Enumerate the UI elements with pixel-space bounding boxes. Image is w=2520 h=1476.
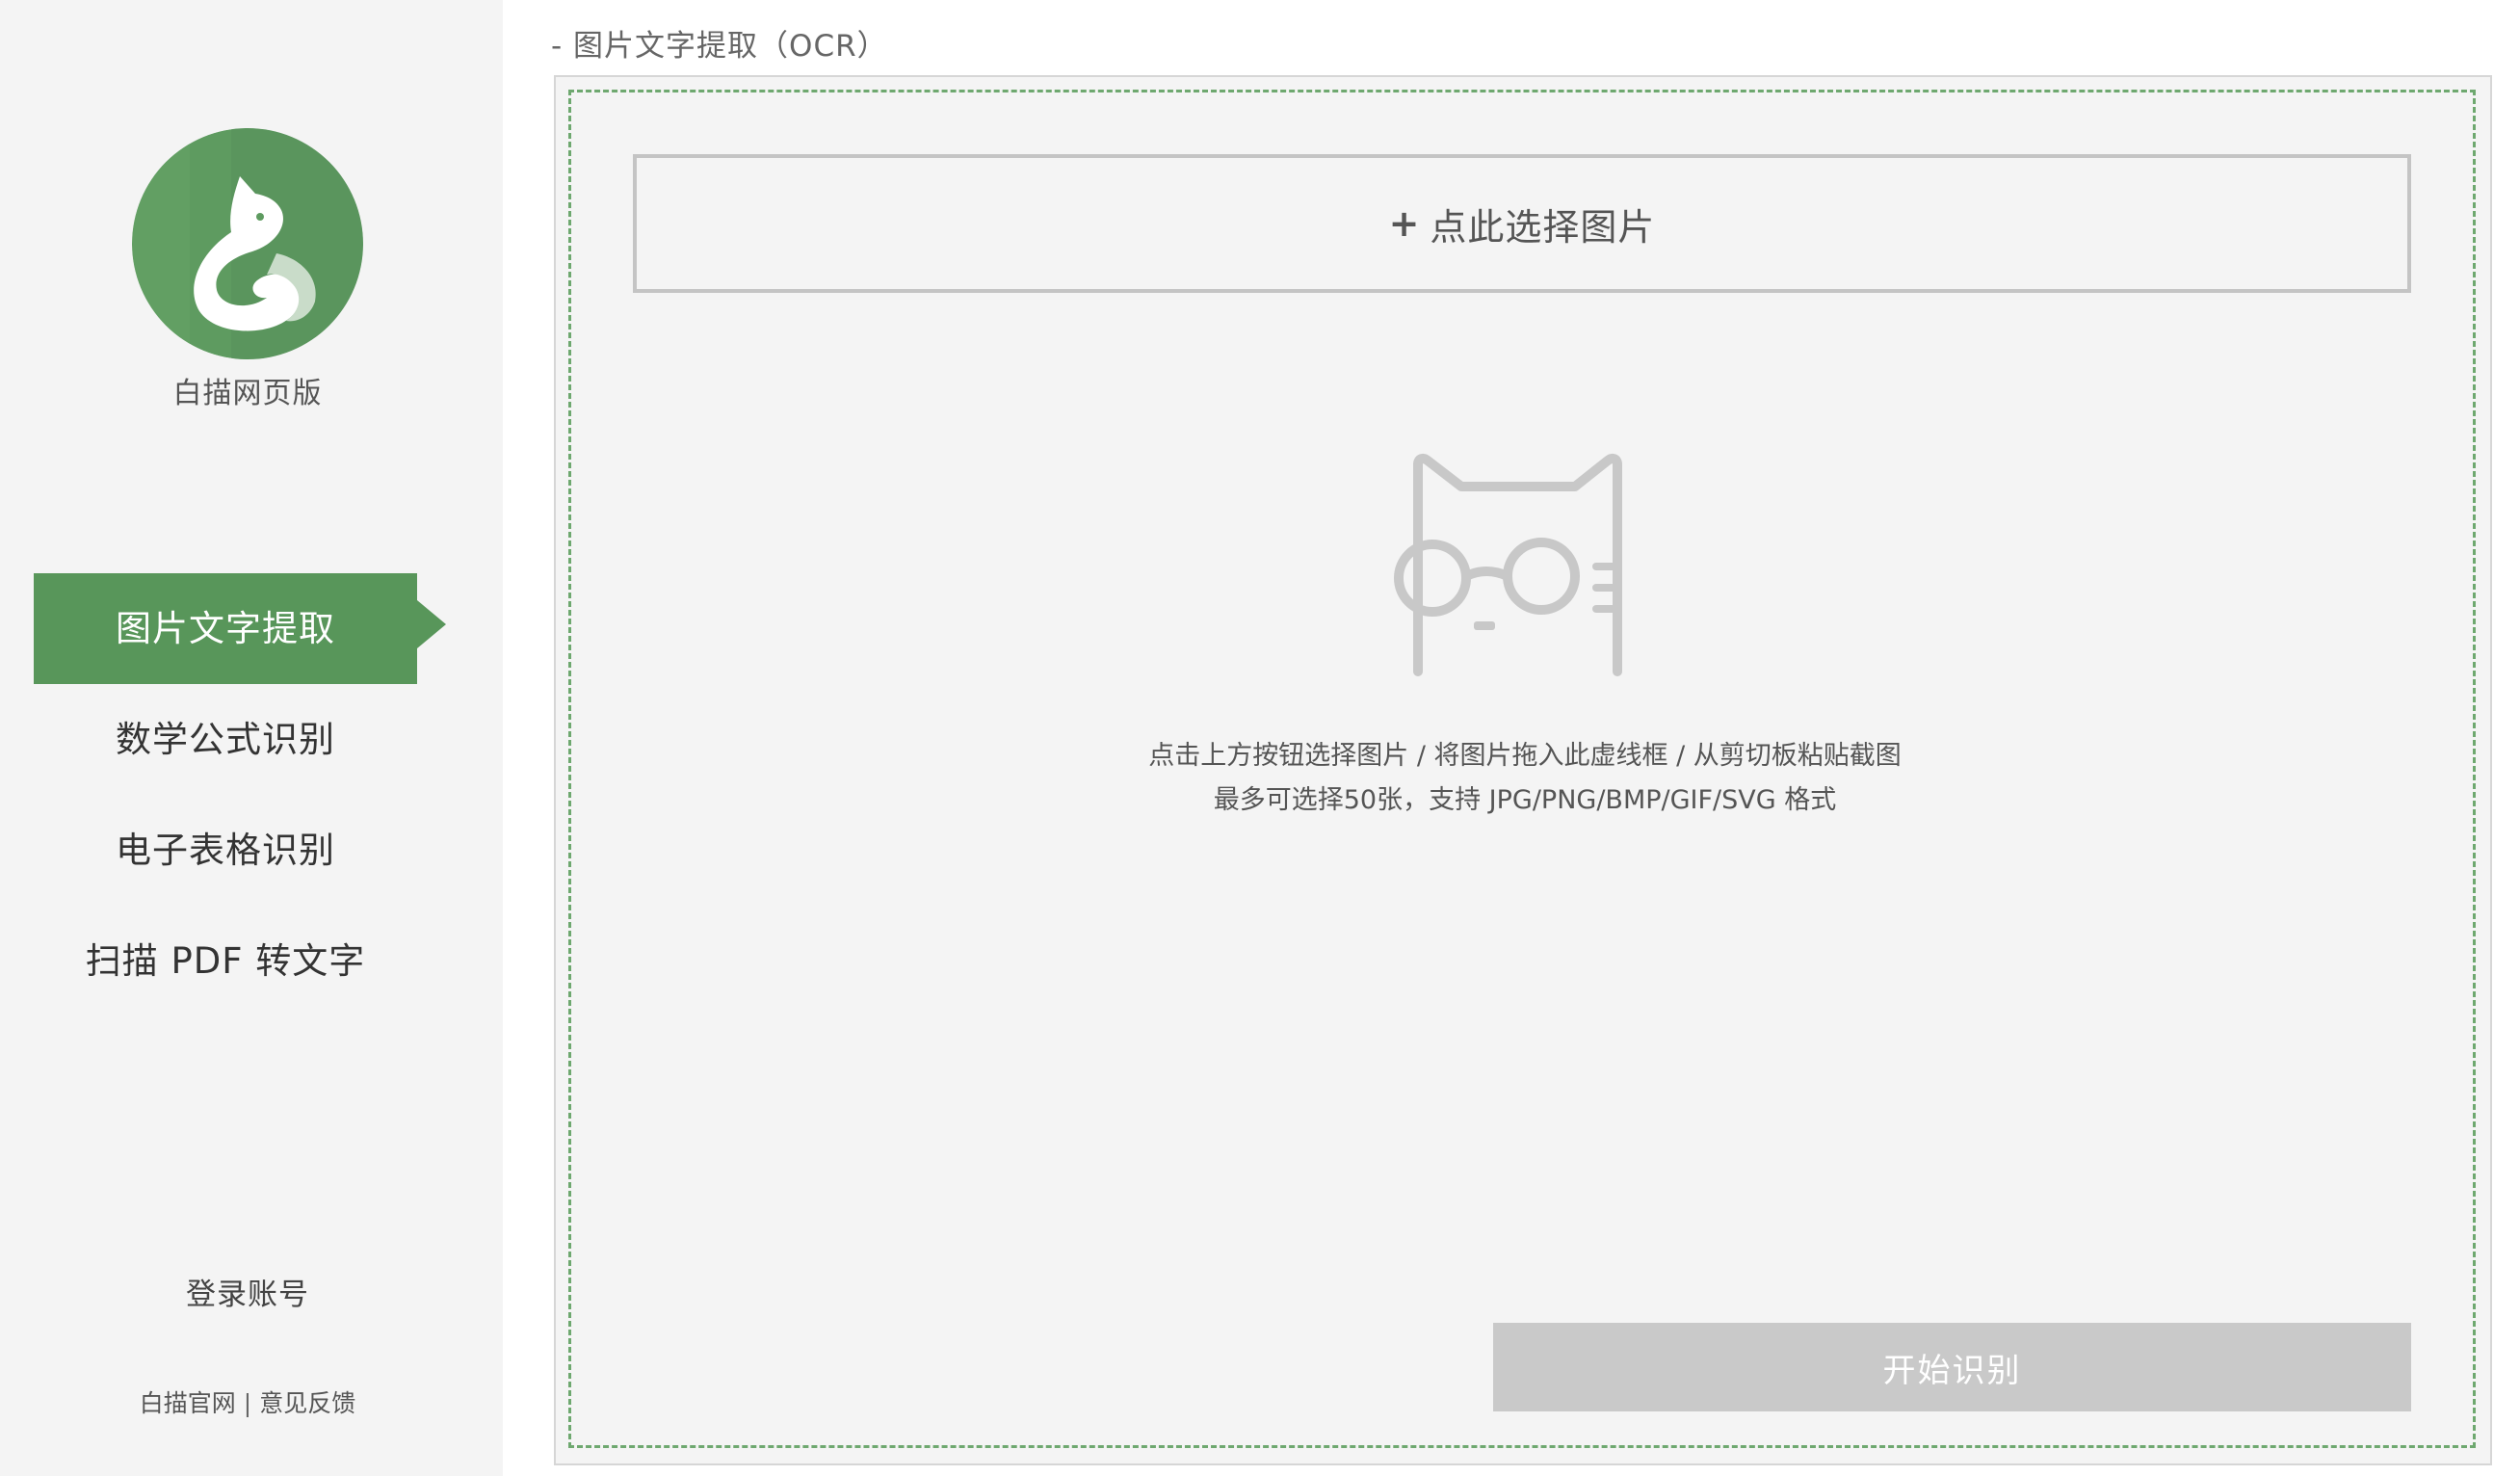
sidebar-item-image-ocr[interactable]: 图片文字提取 bbox=[34, 573, 417, 684]
active-indicator-arrow bbox=[417, 600, 446, 648]
start-recognition-button[interactable]: 开始识别 bbox=[1493, 1323, 2411, 1411]
sidebar-item-spreadsheet[interactable]: 电子表格识别 bbox=[34, 795, 417, 906]
upload-hint-line-1: 点击上方按钮选择图片 / 将图片拖入此虚线框 / 从剪切板粘贴截图 bbox=[1148, 741, 1902, 771]
sidebar-item-pdf-to-text[interactable]: 扫描 PDF 转文字 bbox=[34, 906, 417, 1016]
official-site-link[interactable]: 白描官网 bbox=[140, 1389, 236, 1417]
cat-logo-icon bbox=[132, 128, 363, 359]
sidebar: 白描网页版 图片文字提取 数学公式识别 电子表格识别 扫描 PDF 转文字 登录… bbox=[0, 0, 503, 1476]
app-name: 白描网页版 bbox=[172, 377, 323, 410]
sidebar-item-math-formula[interactable]: 数学公式识别 bbox=[34, 684, 417, 795]
page-title: - 图片文字提取（OCR） bbox=[551, 29, 888, 64]
footer-separator: | bbox=[243, 1389, 252, 1417]
select-image-button[interactable]: + 点此选择图片 bbox=[633, 154, 2411, 293]
login-link[interactable]: 登录账号 bbox=[0, 1270, 495, 1313]
select-image-label: 点此选择图片 bbox=[1430, 205, 1656, 249]
app-logo bbox=[132, 128, 363, 359]
feedback-link[interactable]: 意见反馈 bbox=[259, 1389, 355, 1417]
plus-icon: + bbox=[1388, 202, 1421, 245]
upload-hint-line-2: 最多可选择50张，支持 JPG/PNG/BMP/GIF/SVG 格式 bbox=[1213, 785, 1837, 815]
cat-with-glasses-icon bbox=[1394, 453, 1622, 676]
footer-links: 白描官网 | 意见反馈 bbox=[0, 1384, 495, 1419]
